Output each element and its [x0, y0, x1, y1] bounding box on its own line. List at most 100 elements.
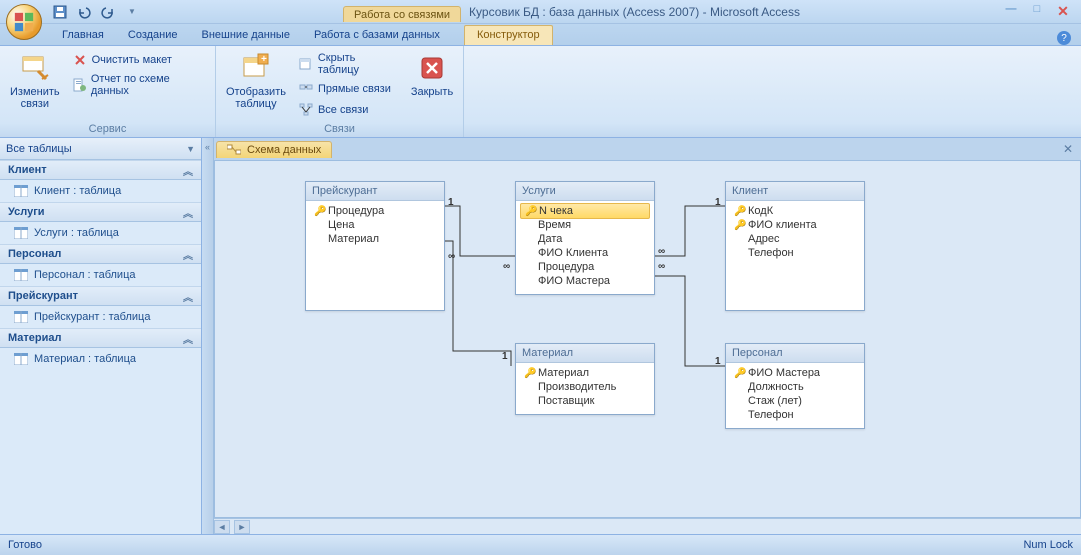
table-field[interactable]: Материал	[310, 232, 440, 246]
ribbon-group-service: Изменить связи Очистить макет Отчет по с…	[0, 46, 216, 137]
scroll-right-button[interactable]: ►	[234, 520, 250, 534]
nav-group-personal[interactable]: Персонал︽	[0, 244, 201, 264]
table-box-body: 🔑КодК 🔑ФИО клиента Адрес Телефон	[726, 201, 864, 266]
edit-relationships-icon	[19, 52, 51, 84]
field-label: Поставщик	[538, 395, 594, 407]
table-field[interactable]: 🔑ФИО клиента	[730, 218, 860, 232]
horizontal-scrollbar[interactable]: ◄ ►	[214, 518, 1081, 534]
table-field[interactable]: Дата	[520, 232, 650, 246]
tab-home[interactable]: Главная	[50, 26, 116, 45]
field-label: Телефон	[748, 247, 794, 259]
field-label: Адрес	[748, 233, 780, 245]
nav-item-label: Материал : таблица	[34, 353, 136, 365]
office-button[interactable]	[6, 4, 42, 40]
schema-report-icon	[72, 77, 87, 93]
maximize-button[interactable]: □	[1027, 3, 1047, 20]
table-field[interactable]: Производитель	[520, 380, 650, 394]
table-box-klient[interactable]: Клиент 🔑КодК 🔑ФИО клиента Адрес Телефон	[725, 181, 865, 311]
table-field[interactable]: 🔑Процедура	[310, 204, 440, 218]
table-field[interactable]: Поставщик	[520, 394, 650, 408]
table-field[interactable]: 🔑 ФИО Мастера	[730, 366, 860, 380]
field-label: Должность	[748, 381, 804, 393]
table-box-personal[interactable]: Персонал 🔑 ФИО Мастера Должность Стаж (ле…	[725, 343, 865, 429]
table-box-body: 🔑Процедура Цена Материал	[306, 201, 444, 252]
document-close-button[interactable]: ✕	[1061, 142, 1075, 156]
hide-table-button[interactable]: Скрыть таблицу	[294, 50, 403, 78]
table-box-header: Персонал	[726, 344, 864, 363]
relationships-canvas[interactable]: 1 ∞ ∞ 1 ∞ ∞ 1 1 Прейскурант 🔑Процедура Ц…	[214, 160, 1081, 518]
relationships-icon	[227, 144, 241, 156]
nav-item-uslugi-table[interactable]: Услуги : таблица	[0, 222, 201, 244]
field-label: ФИО Мастера	[538, 275, 610, 287]
qat-customize[interactable]: ▼	[122, 2, 142, 22]
help-button[interactable]: ?	[1057, 31, 1071, 45]
close-diagram-button[interactable]: Закрыть	[407, 50, 457, 100]
table-field[interactable]: Время	[520, 218, 650, 232]
table-field[interactable]: Должность	[730, 380, 860, 394]
table-field[interactable]: Цена	[310, 218, 440, 232]
tab-database-tools[interactable]: Работа с базами данных	[302, 26, 452, 45]
table-field[interactable]: Адрес	[730, 232, 860, 246]
table-field[interactable]: Стаж (лет)	[730, 394, 860, 408]
tab-create[interactable]: Создание	[116, 26, 190, 45]
field-label: Материал	[538, 367, 589, 379]
table-box-uslugi[interactable]: Услуги 🔑N чека Время Дата ФИО Клиента Пр…	[515, 181, 655, 295]
table-box-preiskurant[interactable]: Прейскурант 🔑Процедура Цена Материал	[305, 181, 445, 311]
nav-item-label: Услуги : таблица	[34, 227, 119, 239]
nav-group-material[interactable]: Материал︽	[0, 328, 201, 348]
all-links-button[interactable]: Все связи	[294, 100, 403, 120]
all-links-label: Все связи	[318, 104, 368, 116]
tab-external-data[interactable]: Внешние данные	[190, 26, 302, 45]
table-field[interactable]: Телефон	[730, 246, 860, 260]
nav-item-preis-table[interactable]: Прейскурант : таблица	[0, 306, 201, 328]
table-field[interactable]: 🔑Материал	[520, 366, 650, 380]
minimize-button[interactable]: —	[1001, 3, 1021, 20]
table-box-header: Клиент	[726, 182, 864, 201]
field-label: N чека	[539, 205, 573, 217]
all-links-icon	[298, 102, 314, 118]
workspace: Все таблицы ▼ Клиент︽ Клиент : таблица У…	[0, 138, 1081, 534]
direct-links-button[interactable]: Прямые связи	[294, 79, 403, 99]
table-field[interactable]: ФИО Мастера	[520, 274, 650, 288]
save-button[interactable]	[50, 2, 70, 22]
table-box-material[interactable]: Материал 🔑Материал Производитель Поставщ…	[515, 343, 655, 415]
key-icon: 🔑	[734, 368, 744, 379]
field-label: ФИО Мастера	[748, 367, 820, 379]
nav-group-uslugi[interactable]: Услуги︽	[0, 202, 201, 222]
nav-item-klient-table[interactable]: Клиент : таблица	[0, 180, 201, 202]
nav-group-label: Персонал	[8, 248, 61, 260]
show-table-label: Отобразить таблицу	[226, 86, 286, 110]
quick-access-toolbar: ▼	[50, 2, 142, 22]
undo-button[interactable]	[74, 2, 94, 22]
table-field[interactable]: Телефон	[730, 408, 860, 422]
edit-relationships-button[interactable]: Изменить связи	[6, 50, 64, 112]
contextual-tab-label: Работа со связями	[343, 6, 461, 22]
show-table-button[interactable]: + Отобразить таблицу	[222, 50, 290, 112]
ribbon-group-links: + Отобразить таблицу Скрыть таблицу Прям…	[216, 46, 464, 137]
table-field[interactable]: Процедура	[520, 260, 650, 274]
scroll-left-button[interactable]: ◄	[214, 520, 230, 534]
nav-item-personal-table[interactable]: Персонал : таблица	[0, 264, 201, 286]
nav-item-label: Персонал : таблица	[34, 269, 135, 281]
document-tab-label: Схема данных	[247, 144, 321, 156]
nav-pane-header[interactable]: Все таблицы ▼	[0, 138, 201, 160]
nav-item-material-table[interactable]: Материал : таблица	[0, 348, 201, 370]
window-title: Курсовик БД : база данных (Access 2007) …	[469, 5, 800, 19]
table-field[interactable]: ФИО Клиента	[520, 246, 650, 260]
clear-layout-button[interactable]: Очистить макет	[68, 50, 209, 70]
field-label: Телефон	[748, 409, 794, 421]
table-field[interactable]: 🔑КодК	[730, 204, 860, 218]
table-field[interactable]: 🔑N чека	[520, 203, 650, 219]
document-tab-schema[interactable]: Схема данных	[216, 141, 332, 158]
close-button[interactable]: ✕	[1053, 3, 1073, 20]
chevron-up-icon: ︽	[183, 205, 193, 220]
key-icon: 🔑	[734, 206, 744, 217]
schema-report-button[interactable]: Отчет по схеме данных	[68, 71, 209, 99]
redo-button[interactable]	[98, 2, 118, 22]
nav-group-preis[interactable]: Прейскурант︽	[0, 286, 201, 306]
table-icon	[14, 269, 28, 281]
nav-group-klient[interactable]: Клиент︽	[0, 160, 201, 180]
nav-item-label: Прейскурант : таблица	[34, 311, 150, 323]
tab-design[interactable]: Конструктор	[464, 25, 553, 45]
nav-pane-collapse[interactable]: «	[202, 138, 214, 534]
